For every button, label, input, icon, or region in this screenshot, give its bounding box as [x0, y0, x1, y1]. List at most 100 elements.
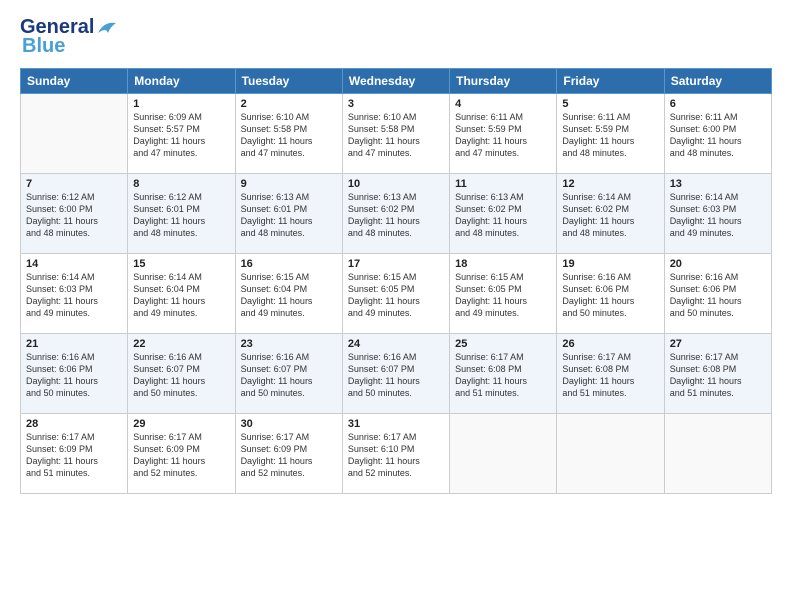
day-info: Sunrise: 6:13 AM Sunset: 6:02 PM Dayligh… [348, 191, 444, 240]
day-info: Sunrise: 6:15 AM Sunset: 6:05 PM Dayligh… [455, 271, 551, 320]
day-number: 6 [670, 98, 766, 110]
calendar-cell: 5Sunrise: 6:11 AM Sunset: 5:59 PM Daylig… [557, 94, 664, 174]
day-info: Sunrise: 6:17 AM Sunset: 6:08 PM Dayligh… [455, 351, 551, 400]
calendar-cell [21, 94, 128, 174]
calendar-cell: 18Sunrise: 6:15 AM Sunset: 6:05 PM Dayli… [450, 254, 557, 334]
day-number: 13 [670, 178, 766, 190]
calendar-cell: 22Sunrise: 6:16 AM Sunset: 6:07 PM Dayli… [128, 334, 235, 414]
day-info: Sunrise: 6:14 AM Sunset: 6:03 PM Dayligh… [670, 191, 766, 240]
calendar-week-row: 1Sunrise: 6:09 AM Sunset: 5:57 PM Daylig… [21, 94, 772, 174]
calendar-week-row: 14Sunrise: 6:14 AM Sunset: 6:03 PM Dayli… [21, 254, 772, 334]
calendar-cell: 9Sunrise: 6:13 AM Sunset: 6:01 PM Daylig… [235, 174, 342, 254]
calendar-cell: 23Sunrise: 6:16 AM Sunset: 6:07 PM Dayli… [235, 334, 342, 414]
calendar-cell: 3Sunrise: 6:10 AM Sunset: 5:58 PM Daylig… [342, 94, 449, 174]
day-info: Sunrise: 6:14 AM Sunset: 6:04 PM Dayligh… [133, 271, 229, 320]
day-number: 28 [26, 418, 122, 430]
day-number: 21 [26, 338, 122, 350]
calendar-cell: 29Sunrise: 6:17 AM Sunset: 6:09 PM Dayli… [128, 414, 235, 494]
calendar-cell: 28Sunrise: 6:17 AM Sunset: 6:09 PM Dayli… [21, 414, 128, 494]
calendar-cell [664, 414, 771, 494]
day-number: 3 [348, 98, 444, 110]
day-number: 16 [241, 258, 337, 270]
calendar-cell: 27Sunrise: 6:17 AM Sunset: 6:08 PM Dayli… [664, 334, 771, 414]
calendar-week-row: 7Sunrise: 6:12 AM Sunset: 6:00 PM Daylig… [21, 174, 772, 254]
weekday-header-row: SundayMondayTuesdayWednesdayThursdayFrid… [21, 69, 772, 94]
day-info: Sunrise: 6:17 AM Sunset: 6:09 PM Dayligh… [241, 431, 337, 480]
day-info: Sunrise: 6:17 AM Sunset: 6:10 PM Dayligh… [348, 431, 444, 480]
day-number: 5 [562, 98, 658, 110]
day-info: Sunrise: 6:17 AM Sunset: 6:09 PM Dayligh… [26, 431, 122, 480]
calendar-cell: 15Sunrise: 6:14 AM Sunset: 6:04 PM Dayli… [128, 254, 235, 334]
calendar-cell: 13Sunrise: 6:14 AM Sunset: 6:03 PM Dayli… [664, 174, 771, 254]
day-number: 19 [562, 258, 658, 270]
calendar-cell: 7Sunrise: 6:12 AM Sunset: 6:00 PM Daylig… [21, 174, 128, 254]
calendar-cell: 30Sunrise: 6:17 AM Sunset: 6:09 PM Dayli… [235, 414, 342, 494]
calendar-cell: 20Sunrise: 6:16 AM Sunset: 6:06 PM Dayli… [664, 254, 771, 334]
calendar-cell: 8Sunrise: 6:12 AM Sunset: 6:01 PM Daylig… [128, 174, 235, 254]
day-number: 23 [241, 338, 337, 350]
day-number: 26 [562, 338, 658, 350]
day-info: Sunrise: 6:17 AM Sunset: 6:08 PM Dayligh… [670, 351, 766, 400]
calendar-week-row: 21Sunrise: 6:16 AM Sunset: 6:06 PM Dayli… [21, 334, 772, 414]
day-number: 17 [348, 258, 444, 270]
calendar-cell: 12Sunrise: 6:14 AM Sunset: 6:02 PM Dayli… [557, 174, 664, 254]
weekday-header-friday: Friday [557, 69, 664, 94]
day-info: Sunrise: 6:10 AM Sunset: 5:58 PM Dayligh… [241, 111, 337, 160]
day-info: Sunrise: 6:13 AM Sunset: 6:01 PM Dayligh… [241, 191, 337, 240]
day-info: Sunrise: 6:16 AM Sunset: 6:07 PM Dayligh… [133, 351, 229, 400]
weekday-header-monday: Monday [128, 69, 235, 94]
calendar-cell: 21Sunrise: 6:16 AM Sunset: 6:06 PM Dayli… [21, 334, 128, 414]
calendar-cell: 11Sunrise: 6:13 AM Sunset: 6:02 PM Dayli… [450, 174, 557, 254]
logo-bird-icon [96, 19, 118, 37]
day-info: Sunrise: 6:13 AM Sunset: 6:02 PM Dayligh… [455, 191, 551, 240]
day-number: 18 [455, 258, 551, 270]
weekday-header-tuesday: Tuesday [235, 69, 342, 94]
day-number: 24 [348, 338, 444, 350]
calendar-cell: 14Sunrise: 6:14 AM Sunset: 6:03 PM Dayli… [21, 254, 128, 334]
day-info: Sunrise: 6:15 AM Sunset: 6:04 PM Dayligh… [241, 271, 337, 320]
day-number: 22 [133, 338, 229, 350]
day-info: Sunrise: 6:16 AM Sunset: 6:06 PM Dayligh… [670, 271, 766, 320]
day-info: Sunrise: 6:15 AM Sunset: 6:05 PM Dayligh… [348, 271, 444, 320]
calendar-cell [557, 414, 664, 494]
day-number: 1 [133, 98, 229, 110]
day-info: Sunrise: 6:16 AM Sunset: 6:07 PM Dayligh… [241, 351, 337, 400]
day-number: 27 [670, 338, 766, 350]
day-info: Sunrise: 6:16 AM Sunset: 6:06 PM Dayligh… [562, 271, 658, 320]
day-number: 15 [133, 258, 229, 270]
logo: General Blue [20, 16, 118, 58]
day-number: 14 [26, 258, 122, 270]
calendar-cell: 24Sunrise: 6:16 AM Sunset: 6:07 PM Dayli… [342, 334, 449, 414]
calendar-cell: 19Sunrise: 6:16 AM Sunset: 6:06 PM Dayli… [557, 254, 664, 334]
day-number: 11 [455, 178, 551, 190]
calendar-cell: 1Sunrise: 6:09 AM Sunset: 5:57 PM Daylig… [128, 94, 235, 174]
weekday-header-wednesday: Wednesday [342, 69, 449, 94]
day-info: Sunrise: 6:11 AM Sunset: 5:59 PM Dayligh… [455, 111, 551, 160]
day-info: Sunrise: 6:11 AM Sunset: 6:00 PM Dayligh… [670, 111, 766, 160]
weekday-header-saturday: Saturday [664, 69, 771, 94]
calendar-cell: 17Sunrise: 6:15 AM Sunset: 6:05 PM Dayli… [342, 254, 449, 334]
day-info: Sunrise: 6:11 AM Sunset: 5:59 PM Dayligh… [562, 111, 658, 160]
calendar-cell [450, 414, 557, 494]
calendar-week-row: 28Sunrise: 6:17 AM Sunset: 6:09 PM Dayli… [21, 414, 772, 494]
calendar-cell: 2Sunrise: 6:10 AM Sunset: 5:58 PM Daylig… [235, 94, 342, 174]
calendar-cell: 16Sunrise: 6:15 AM Sunset: 6:04 PM Dayli… [235, 254, 342, 334]
day-number: 10 [348, 178, 444, 190]
day-number: 29 [133, 418, 229, 430]
calendar-table: SundayMondayTuesdayWednesdayThursdayFrid… [20, 68, 772, 494]
day-info: Sunrise: 6:10 AM Sunset: 5:58 PM Dayligh… [348, 111, 444, 160]
day-number: 30 [241, 418, 337, 430]
calendar-cell: 26Sunrise: 6:17 AM Sunset: 6:08 PM Dayli… [557, 334, 664, 414]
logo-blue: Blue [22, 35, 65, 58]
day-number: 31 [348, 418, 444, 430]
day-info: Sunrise: 6:16 AM Sunset: 6:07 PM Dayligh… [348, 351, 444, 400]
page-header: General Blue [20, 16, 772, 58]
day-info: Sunrise: 6:17 AM Sunset: 6:09 PM Dayligh… [133, 431, 229, 480]
day-info: Sunrise: 6:09 AM Sunset: 5:57 PM Dayligh… [133, 111, 229, 160]
day-info: Sunrise: 6:12 AM Sunset: 6:01 PM Dayligh… [133, 191, 229, 240]
day-number: 25 [455, 338, 551, 350]
day-info: Sunrise: 6:14 AM Sunset: 6:03 PM Dayligh… [26, 271, 122, 320]
day-number: 2 [241, 98, 337, 110]
day-info: Sunrise: 6:12 AM Sunset: 6:00 PM Dayligh… [26, 191, 122, 240]
calendar-cell: 4Sunrise: 6:11 AM Sunset: 5:59 PM Daylig… [450, 94, 557, 174]
